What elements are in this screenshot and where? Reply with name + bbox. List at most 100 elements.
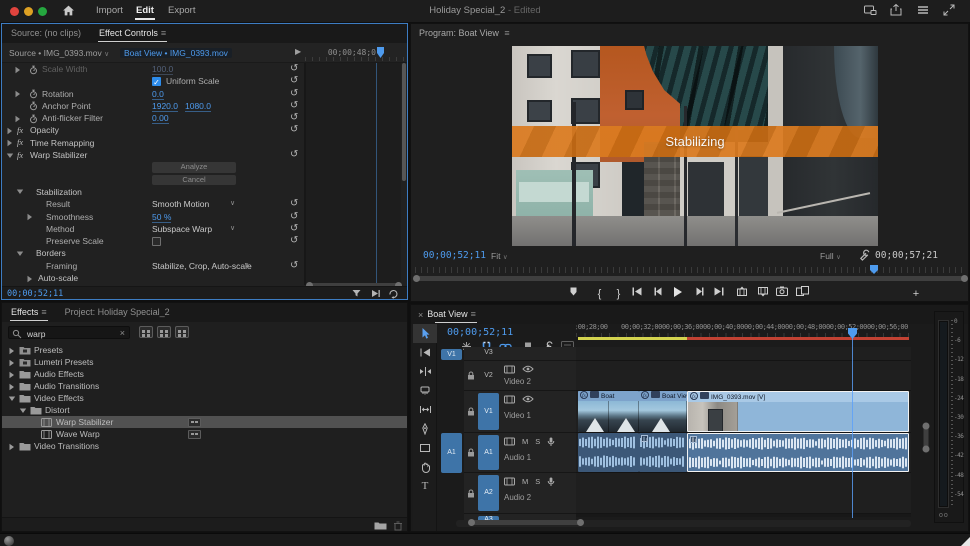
go-to-out-button[interactable]: [713, 286, 730, 302]
zoom-level-dropdown[interactable]: Fit ∨: [491, 251, 508, 261]
stopwatch-toggle-animation-icon[interactable]: [29, 65, 38, 75]
fullscreen-icon[interactable]: [942, 3, 958, 19]
slip-tool[interactable]: [413, 400, 437, 419]
stopwatch-toggle-animation-icon[interactable]: [29, 101, 38, 111]
reset-parameter-icon[interactable]: ↺: [290, 198, 298, 209]
video-clip-2[interactable]: fxBoat View.m: [639, 391, 687, 432]
tree-item-lumetri-presets[interactable]: Lumetri Presets: [2, 356, 407, 368]
reset-parameter-icon[interactable]: ↺: [290, 100, 298, 111]
chevron-right-icon[interactable]: [6, 127, 13, 135]
program-scrubber-ruler[interactable]: [415, 267, 966, 273]
play-icon[interactable]: ▶: [295, 47, 301, 56]
program-zoom-scrollbar[interactable]: [413, 275, 968, 283]
dropdown-value[interactable]: Stabilize, Crop, Auto-scale: [152, 261, 252, 271]
step-back-button[interactable]: [653, 286, 670, 302]
playback-resolution-dropdown[interactable]: Full ∨: [820, 251, 841, 261]
extract-button[interactable]: [757, 286, 774, 302]
pen-tool[interactable]: [413, 419, 437, 438]
audio-clip-1[interactable]: [578, 433, 639, 472]
chevron-right-icon[interactable]: [6, 139, 13, 147]
dropdown-value[interactable]: Smooth Motion: [152, 199, 209, 209]
program-timecode[interactable]: 00;00;52;11: [423, 250, 486, 261]
timeline-horizontal-scrollbar[interactable]: [456, 519, 911, 527]
chevron-right-icon[interactable]: [8, 383, 15, 391]
reset-parameter-icon[interactable]: ↺: [290, 211, 298, 222]
tree-item-distort[interactable]: Distort: [2, 404, 407, 416]
mark-in-button[interactable]: {: [591, 286, 608, 302]
audio-clip-3[interactable]: [687, 433, 909, 472]
track-name-label[interactable]: Audio 1: [504, 453, 531, 462]
tree-item-audio-effects[interactable]: Audio Effects: [2, 368, 407, 380]
timeline-lane[interactable]: [576, 361, 911, 391]
delete-bin-icon[interactable]: [393, 521, 403, 531]
sync-lock-icon[interactable]: [504, 395, 515, 404]
effect-cancel-button[interactable]: Cancel: [152, 174, 236, 186]
tree-item-warp-stabilizer[interactable]: Warp Stabilizer: [2, 416, 407, 428]
add-marker-button[interactable]: [568, 286, 585, 302]
accelerated-effects-filter-icon[interactable]: [139, 326, 153, 338]
chevron-down-icon[interactable]: [6, 152, 14, 159]
selection-tool[interactable]: [413, 324, 437, 343]
chevron-down-icon[interactable]: [16, 188, 24, 195]
panel-menu-icon[interactable]: ≡: [161, 28, 166, 38]
clear-search-icon[interactable]: ×: [120, 328, 125, 338]
tab-project[interactable]: Project: Holiday Special_2: [56, 303, 179, 322]
32bit-effects-filter-icon[interactable]: [157, 326, 171, 338]
value-hot-text[interactable]: 1920.0: [152, 101, 178, 112]
track-name-label[interactable]: Audio 2: [504, 493, 531, 502]
audio-clip-2[interactable]: [639, 433, 687, 472]
chevron-right-icon[interactable]: [26, 213, 33, 221]
mute-button[interactable]: M: [522, 477, 528, 487]
panel-menu-icon[interactable]: ≡: [471, 309, 476, 319]
value-hot-text[interactable]: 0.0: [152, 89, 164, 100]
hand-tool[interactable]: [413, 457, 437, 476]
timeline-ruler[interactable]: ;00;28;00 00;00;32;00 00;00;36;00 00;00;40;…: [576, 321, 911, 337]
share-icon[interactable]: [889, 3, 905, 19]
reset-parameter-icon[interactable]: ↺: [290, 88, 298, 99]
tree-item-presets[interactable]: Presets: [2, 344, 407, 356]
dropdown-value[interactable]: Subspace Warp: [152, 224, 212, 234]
tab-effect-controls[interactable]: Effect Controls ≡: [90, 24, 175, 43]
razor-tool[interactable]: [413, 381, 437, 400]
effects-search-field[interactable]: warp ×: [8, 326, 130, 339]
reset-parameter-icon[interactable]: ↺: [290, 235, 298, 246]
track-select-forward-tool[interactable]: [413, 343, 437, 362]
quick-export-icon[interactable]: [863, 3, 879, 19]
track-target-badge[interactable]: V1: [478, 393, 499, 430]
chevron-down-icon[interactable]: [16, 250, 24, 257]
button-editor-icon[interactable]: +: [908, 286, 924, 302]
go-to-in-button[interactable]: [631, 286, 648, 302]
sync-lock-icon[interactable]: [504, 365, 515, 374]
track-badge[interactable]: V3: [478, 349, 499, 356]
chevron-right-icon[interactable]: [8, 443, 15, 451]
solo-button[interactable]: S: [535, 437, 540, 447]
chevron-down-icon[interactable]: [8, 395, 16, 402]
tab-effects[interactable]: Effects ≡: [2, 303, 56, 322]
tree-item-video-effects[interactable]: Video Effects: [2, 392, 407, 404]
new-custom-bin-icon[interactable]: [374, 521, 387, 530]
step-forward-button[interactable]: [694, 286, 711, 302]
close-sequence-icon[interactable]: ×: [418, 310, 423, 320]
track-target-badge[interactable]: A1: [478, 435, 499, 470]
video-clip-1[interactable]: fx Boat: [578, 391, 639, 432]
keyframe-lane[interactable]: [304, 63, 401, 285]
tree-item-wave-warp[interactable]: Wave Warp: [2, 428, 407, 440]
sequence-clip-label[interactable]: Boat View • IMG_0393.mov: [120, 48, 232, 58]
chevron-right-icon[interactable]: [8, 347, 15, 355]
checkbox-uniform-scale[interactable]: ✓: [152, 76, 161, 87]
mini-ruler-playhead[interactable]: [377, 47, 384, 58]
track-lock-icon[interactable]: [467, 448, 475, 457]
solo-button[interactable]: S: [535, 477, 540, 487]
tree-item-video-transitions[interactable]: Video Transitions: [2, 440, 407, 452]
reset-parameter-icon[interactable]: ↺: [290, 124, 298, 135]
voiceover-mic-icon[interactable]: [547, 477, 555, 487]
reset-parameter-icon[interactable]: ↺: [290, 260, 298, 271]
track-lock-icon[interactable]: [467, 407, 475, 416]
ripple-edit-tool[interactable]: [413, 362, 437, 381]
export-frame-button[interactable]: [776, 286, 793, 302]
track-output-eye-icon[interactable]: [522, 365, 534, 374]
track-target-badge[interactable]: A2: [478, 475, 499, 511]
search-input-value[interactable]: warp: [27, 329, 45, 339]
yuv-effects-filter-icon[interactable]: [175, 326, 189, 338]
track-name-label[interactable]: Video 2: [504, 377, 531, 386]
